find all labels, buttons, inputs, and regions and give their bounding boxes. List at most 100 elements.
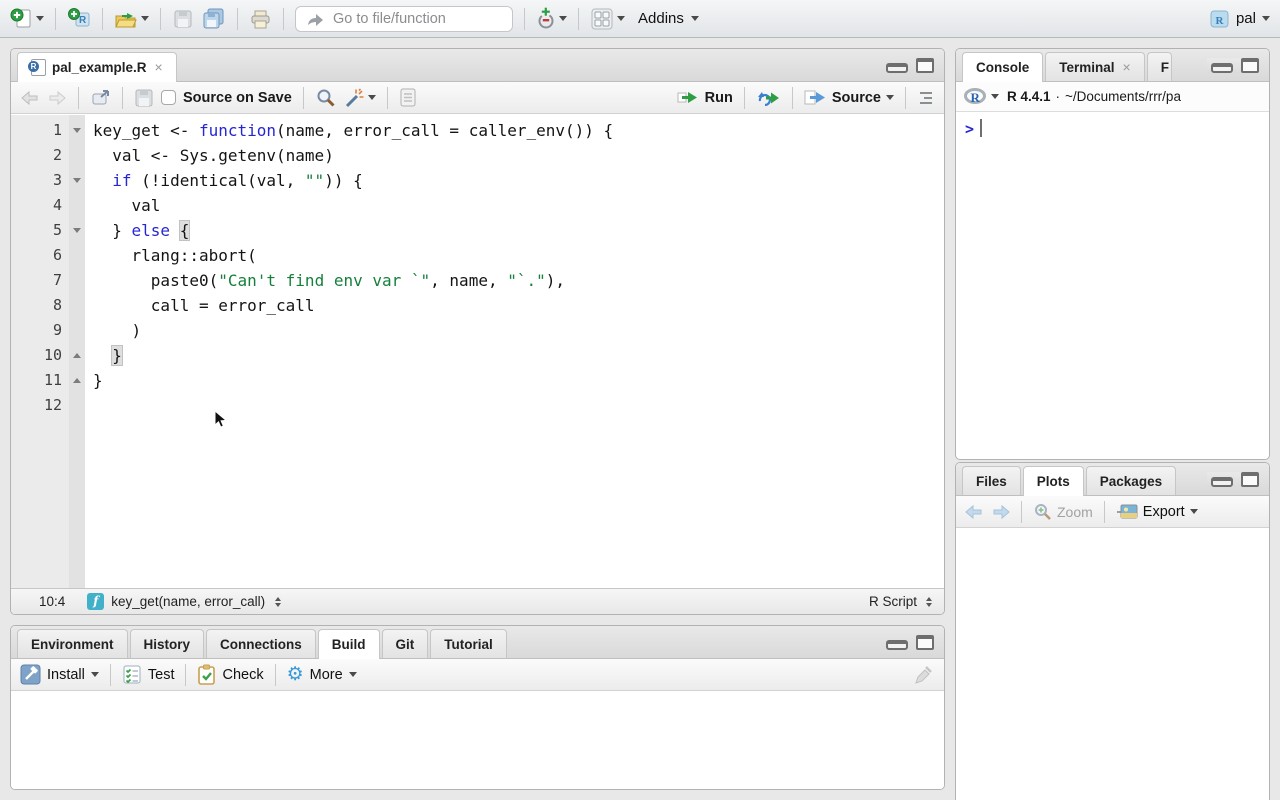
project-menu-button[interactable]: R pal bbox=[1209, 8, 1270, 30]
close-icon[interactable]: × bbox=[1123, 59, 1131, 75]
check-clipboard-icon bbox=[197, 664, 216, 685]
zoom-plot-button[interactable]: Zoom bbox=[1033, 502, 1093, 521]
separator bbox=[283, 8, 284, 30]
fold-up-icon[interactable] bbox=[69, 343, 85, 368]
panes-layout-button[interactable] bbox=[590, 7, 625, 31]
minimize-icon[interactable] bbox=[886, 63, 908, 73]
chevron-down-icon bbox=[1190, 509, 1198, 514]
code-line[interactable]: 6 rlang::abort( bbox=[11, 243, 944, 268]
save-all-button[interactable] bbox=[201, 7, 226, 30]
tab-console[interactable]: Console bbox=[962, 52, 1043, 82]
close-icon[interactable]: × bbox=[155, 59, 163, 75]
find-replace-icon[interactable] bbox=[315, 87, 336, 108]
maximize-icon[interactable] bbox=[916, 635, 934, 650]
plots-tabbar: Files Plots Packages bbox=[956, 463, 1269, 496]
console-caret bbox=[980, 119, 982, 137]
code-line[interactable]: 5 } else { bbox=[11, 218, 944, 243]
fold-down-icon[interactable] bbox=[69, 118, 85, 143]
code-line[interactable]: 1key_get <- function(name, error_call = … bbox=[11, 118, 944, 143]
code-line[interactable]: 3 if (!identical(val, "")) { bbox=[11, 168, 944, 193]
minimize-icon[interactable] bbox=[1211, 477, 1233, 487]
more-button[interactable]: ⚙ More bbox=[287, 665, 357, 684]
code-editor[interactable]: 1key_get <- function(name, error_call = … bbox=[11, 115, 944, 588]
code-line[interactable]: 10 } bbox=[11, 343, 944, 368]
tab-packages[interactable]: Packages bbox=[1086, 466, 1176, 495]
tab-environment[interactable]: Environment bbox=[17, 629, 128, 658]
tab-files[interactable]: Files bbox=[962, 466, 1021, 495]
minimize-icon[interactable] bbox=[1211, 63, 1233, 73]
source-button[interactable]: Source bbox=[804, 89, 894, 106]
tab-build[interactable]: Build bbox=[318, 629, 380, 659]
tab-tutorial[interactable]: Tutorial bbox=[430, 629, 507, 658]
code-line[interactable]: 11} bbox=[11, 368, 944, 393]
source-on-save-label: Source on Save bbox=[183, 90, 292, 106]
code-line[interactable]: 9 ) bbox=[11, 318, 944, 343]
chevron-down-icon[interactable] bbox=[991, 94, 999, 99]
maximize-icon[interactable] bbox=[916, 58, 934, 73]
export-plot-button[interactable]: Export bbox=[1116, 504, 1198, 520]
tab-plots[interactable]: Plots bbox=[1023, 466, 1084, 496]
console-tabbar: Console Terminal × F bbox=[956, 49, 1269, 82]
build-tabbar: Environment History Connections Build Gi… bbox=[11, 626, 944, 659]
version-control-button[interactable] bbox=[536, 7, 567, 30]
working-directory[interactable]: ~/Documents/rrr/pa bbox=[1065, 89, 1181, 104]
new-project-button[interactable]: R bbox=[67, 7, 91, 30]
open-file-button[interactable] bbox=[114, 8, 149, 30]
tab-history[interactable]: History bbox=[130, 629, 205, 658]
code-text: rlang::abort( bbox=[85, 243, 257, 268]
build-toolbar: Install Test Check ⚙ More bbox=[11, 659, 944, 691]
editor-tabbar: pal_example.R × bbox=[11, 49, 944, 82]
print-button[interactable] bbox=[249, 8, 272, 30]
previous-plot-icon[interactable] bbox=[965, 504, 984, 520]
goto-file-function-input[interactable]: Go to file/function bbox=[295, 6, 513, 32]
back-icon[interactable] bbox=[20, 89, 40, 107]
code-line[interactable]: 2 val <- Sys.getenv(name) bbox=[11, 143, 944, 168]
fold-gutter-cell bbox=[69, 268, 85, 293]
open-in-window-icon[interactable] bbox=[90, 88, 111, 107]
maximize-icon[interactable] bbox=[1241, 58, 1259, 73]
install-button[interactable]: Install bbox=[20, 664, 99, 685]
rerun-icon[interactable] bbox=[756, 89, 781, 106]
fold-down-icon[interactable] bbox=[69, 218, 85, 243]
forward-icon[interactable] bbox=[47, 89, 67, 107]
tab-git[interactable]: Git bbox=[382, 629, 429, 658]
tab-pal-example[interactable]: pal_example.R × bbox=[17, 52, 177, 82]
code-tools-button[interactable] bbox=[343, 87, 376, 108]
code-line[interactable]: 7 paste0("Can't find env var `", name, "… bbox=[11, 268, 944, 293]
document-outline-icon[interactable] bbox=[917, 90, 935, 106]
maximize-icon[interactable] bbox=[1241, 472, 1259, 487]
separator bbox=[110, 664, 111, 686]
code-text: paste0("Can't find env var `", name, "`.… bbox=[85, 268, 565, 293]
scope-selector[interactable]: f key_get(name, error_call) bbox=[87, 593, 281, 610]
tab-background-jobs[interactable]: F bbox=[1147, 52, 1172, 81]
tab-terminal[interactable]: Terminal × bbox=[1045, 52, 1144, 81]
fold-up-icon[interactable] bbox=[69, 368, 85, 393]
test-button[interactable]: Test bbox=[122, 664, 175, 685]
separator bbox=[524, 8, 525, 30]
minimize-icon[interactable] bbox=[886, 640, 908, 650]
chevron-down-icon bbox=[349, 672, 357, 677]
tab-label: Terminal bbox=[1059, 60, 1114, 75]
scope-label: key_get(name, error_call) bbox=[111, 594, 265, 609]
save-button[interactable] bbox=[172, 8, 194, 30]
save-icon[interactable] bbox=[134, 88, 154, 108]
fold-down-icon[interactable] bbox=[69, 168, 85, 193]
plots-toolbar: Zoom Export bbox=[956, 496, 1269, 528]
addins-button[interactable]: Addins bbox=[638, 10, 699, 27]
tab-connections[interactable]: Connections bbox=[206, 629, 316, 658]
build-output-area bbox=[11, 691, 944, 790]
source-on-save-checkbox[interactable] bbox=[161, 90, 176, 105]
chevron-down-icon bbox=[617, 16, 625, 21]
clear-broom-icon[interactable] bbox=[913, 664, 935, 686]
compile-report-icon[interactable] bbox=[399, 87, 417, 108]
code-line[interactable]: 12 bbox=[11, 393, 944, 418]
new-file-button[interactable] bbox=[10, 7, 44, 30]
code-line[interactable]: 4 val bbox=[11, 193, 944, 218]
run-button[interactable]: Run bbox=[677, 89, 733, 106]
console-output[interactable]: > bbox=[956, 112, 1269, 145]
code-text: val bbox=[85, 193, 160, 218]
next-plot-icon[interactable] bbox=[991, 504, 1010, 520]
file-type-selector[interactable]: R Script bbox=[869, 594, 932, 609]
check-button[interactable]: Check bbox=[197, 664, 263, 685]
code-line[interactable]: 8 call = error_call bbox=[11, 293, 944, 318]
